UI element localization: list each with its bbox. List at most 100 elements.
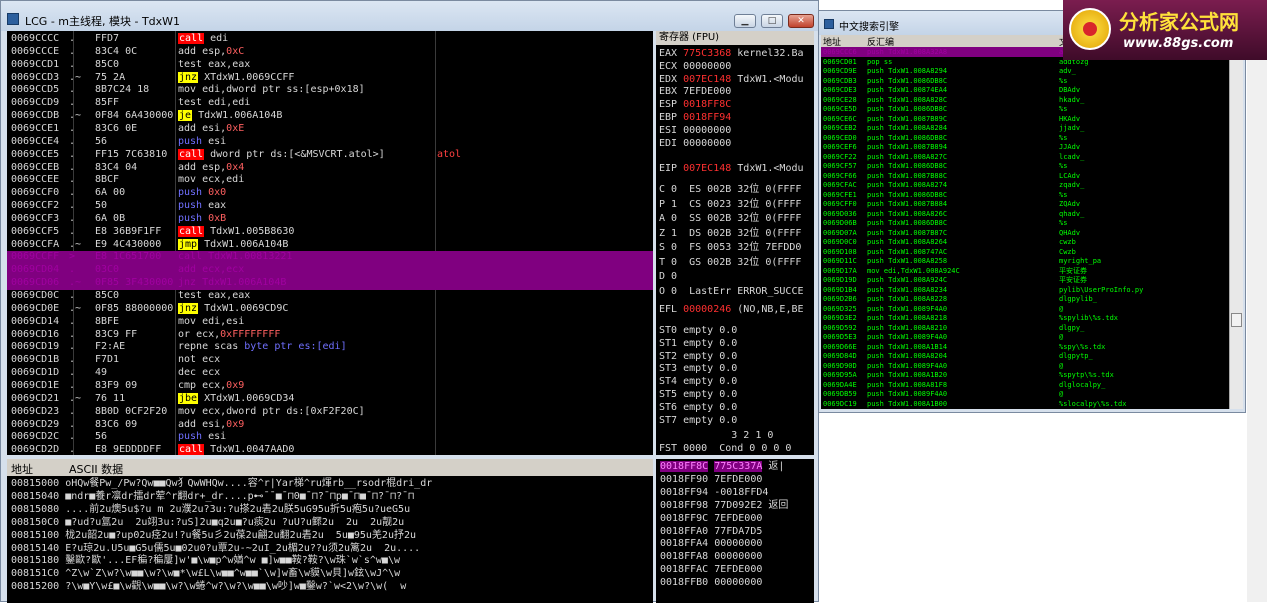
search-result-row[interactable]: 0069D90D push TdxW1.0089F4A0 @ [821,361,1229,371]
search-result-row[interactable]: 0069D19D push TdxW1.008A924C 平安证券 [821,275,1229,285]
dump-row[interactable]: 00815200 ?\w■Y\w£■\w觀\w■■\w?\w蜷^w?\w?\w■… [11,581,406,594]
search-result-row[interactable]: 0069CE28 push TdxW1.008A828C hkadv_ [821,95,1229,105]
disasm-row[interactable]: 0069CD19. F2:AE repne scas byte ptr es:[ed… [7,341,653,354]
dump-row[interactable]: 00815100 栊2u韶2u■?up02u痉2u!?u餐5u彡2u葆2u翩2u… [11,530,416,543]
disasm-row[interactable]: 0069CD1D. 49 dec ecx [7,367,653,380]
efl-row[interactable]: EFL 00000246 (NO,NB,E,BE [659,304,804,317]
disasm-row[interactable]: 0069CD0C. 85C0 test eax,eax [7,290,653,303]
search-result-row[interactable]: 0069CFE1 push TdxW1.0086DB8C %s [821,190,1229,200]
search-result-row[interactable]: 0069DB59 push TdxW1.0089F4A0 @ [821,389,1229,399]
disasm-row[interactable]: 0069CCD9. 85FF test edi,edi [7,97,653,110]
fpu-st-row[interactable]: ST1 empty 0.0 [659,338,737,351]
register-row[interactable]: EAX 775C3368 kernel32.Ba [659,48,804,61]
search-result-row[interactable]: 0069CEB2 push TdxW1.008A8284 jjadv_ [821,123,1229,133]
stack-row[interactable]: 0018FFA8 00000000 [660,551,762,564]
disasm-row[interactable]: 0069CD23. 8B0D 0CF2F20 mov ecx,dword ptr d… [7,406,653,419]
disasm-row[interactable]: 0069CCCC. FFD7 call edi [7,33,653,46]
disasm-row[interactable]: 0069CCF5. E8 36B9F1FF call TdxW1.005B8630 [7,225,653,239]
disasm-row[interactable]: 0069CCCE. 83C4 0C add esp,0xC [7,46,653,59]
disasm-row[interactable]: 0069CD06 .~ 0F85 3F430000 jnz TdxW1.006A104… [7,277,653,291]
disasm-row[interactable]: 0069CD2C. 56 push esi [7,431,653,444]
maximize-button[interactable]: □ [761,14,783,28]
flag-row[interactable]: A 0 SS 002B 32位 0(FFFF [659,213,801,226]
stack-row[interactable]: 0018FF98 77D092E2 返回 [660,500,788,513]
disassembly-pane[interactable]: 0069CCCC. FFD7 call edi 0069CCCE. 83C4 0C add… [7,31,653,455]
search-result-row[interactable]: 0069D07A push TdxW1.0087B87C QHAdv [821,228,1229,238]
disasm-row[interactable]: 0069CCD5. 8B7C24 18 mov edi,dword ptr ss:[… [7,84,653,97]
disasm-row[interactable]: 0069CCD1. 85C0 test eax,eax [7,59,653,72]
disasm-row[interactable]: 0069CCEB. 83C4 04 add esp,0x4 [7,162,653,175]
register-row[interactable]: EIP 007EC148 TdxW1.<Modu [659,163,804,176]
search-result-row[interactable]: 0069D1B4 push TdxW1.008A8234 pylib\UserPro… [821,285,1229,295]
search-result-row[interactable]: 0069CFF0 push TdxW1.0087B884 ZQAdv [821,199,1229,209]
search-result-row[interactable]: 0069D108 push TdxW1.008747AC Cwzb [821,247,1229,257]
search-result-row[interactable]: 0069CDE3 push TdxW1.00874EA4 DBAdv [821,85,1229,95]
search-result-row[interactable]: 0069DC19 push TdxW1.008A1B00 %slocalpy\%s.… [821,399,1229,409]
register-row[interactable]: ESI 00000000 [659,125,731,138]
search-result-row[interactable]: 0069CF22 push TdxW1.008A827C lcadv_ [821,152,1229,162]
search-result-row[interactable]: 0069CEF6 push TdxW1.0087B894 JJAdv [821,142,1229,152]
stack-row[interactable]: 0018FF9C 7EFDE000 [660,513,762,526]
flag-row[interactable]: S 0 FS 0053 32位 7EFDD0 [659,242,801,255]
search-result-row[interactable]: 0069CED0 push TdxW1.0086DB8C %s [821,133,1229,143]
dump-row[interactable]: 00815000 oHQw餐Pw_/Pw?Qw■■Qw犭QwWHQw....容^… [11,478,432,491]
search-result-row[interactable]: 0069D17A mov edi,TdxW1.008A924C 平安证券 [821,266,1229,276]
dump-col-ascii[interactable]: ASCII 数据 [69,461,123,477]
stack-row[interactable]: 0018FF94 -0018FFD4 [660,487,768,500]
search-scrollbar[interactable] [1229,35,1243,409]
disasm-row[interactable]: 0069CCF2. 50 push eax [7,200,653,213]
dump-row[interactable]: 00815180 鑿歐?歐'...EF稨?稨屢]w'■\w■p^w媨^w ■]w… [11,555,400,568]
disasm-row[interactable]: 0069CD14. 8BFE mov edi,esi [7,316,653,329]
flag-row[interactable]: P 1 CS 0023 32位 0(FFFF [659,199,801,212]
search-result-row[interactable]: 0069CE6C push TdxW1.0087B89C HKAdv [821,114,1229,124]
stack-row[interactable]: 0018FF8C 775C337A 返| [660,461,784,474]
fpu-st-row[interactable]: ST2 empty 0.0 [659,351,737,364]
stack-row[interactable]: 0018FFA0 77FDA7D5 [660,526,762,539]
register-row[interactable]: EDI 00000000 [659,138,731,151]
disasm-row[interactable]: 0069CCD3 .~ 75 2A jnz XTdxW1.0069CCFF [7,71,653,85]
disasm-row[interactable]: 0069CCEE. 8BCF mov ecx,edi [7,174,653,187]
register-row[interactable]: ESP 0018FF8C [659,99,731,112]
fpu-st-row[interactable]: ST0 empty 0.0 [659,325,737,338]
disasm-row[interactable]: 0069CD1B. F7D1 not ecx [7,354,653,367]
flag-row[interactable]: T 0 GS 002B 32位 0(FFFF [659,257,801,270]
search-result-row[interactable]: 0069CD9E push TdxW1.008A8294 adv_ [821,66,1229,76]
flag-row[interactable]: O 0 LastErr ERROR_SUCCE [659,286,804,299]
stack-row[interactable]: 0018FFB0 00000000 [660,577,762,590]
dump-row[interactable]: 00815140 E?u琼2u.U5u■G5u儒5u■02u0?u覃2u-~2u… [11,543,420,556]
search-result-row[interactable]: 0069CDB3 push TdxW1.0086DB8C %s [821,76,1229,86]
register-row[interactable]: ECX 00000000 [659,61,731,74]
search-result-row[interactable]: 0069D3E2 push TdxW1.008A8218 %spylib\%s.td… [821,313,1229,323]
dump-row[interactable]: 00815080 ....前2u燠5u$?u m 2u濮2u?3u:?u搽2u砉… [11,504,410,517]
fpu-st-row[interactable]: ST5 empty 0.0 [659,389,737,402]
search-result-row[interactable]: 0069D84D push TdxW1.008A8204 dlgpytp_ [821,351,1229,361]
flag-row[interactable]: Z 1 DS 002B 32位 0(FFFF [659,228,801,241]
minimize-button[interactable]: ▁ [734,14,756,28]
register-row[interactable]: EBX 7EFDE000 [659,86,731,99]
disasm-row[interactable]: 0069CCFF > E8 1C651700 call TdxW1.00813221 [7,251,653,265]
stack-row[interactable]: 0018FFAC 7EFDE000 [660,564,762,577]
fpu-st-row[interactable]: ST4 empty 0.0 [659,376,737,389]
disasm-row[interactable]: 0069CD21 .~ 76 11 jbe XTdxW1.0069CD34 [7,392,653,406]
search-result-row[interactable]: 0069D66E push TdxW1.008A1B14 %spy\%s.tdx [821,342,1229,352]
disasm-row[interactable]: 0069CD29. 83C6 09 add esi,0x9 [7,419,653,432]
disasm-row[interactable]: 0069CD1E. 83F9 09 cmp ecx,0x9 [7,380,653,393]
stack-row[interactable]: 0018FF90 7EFDE000 [660,474,762,487]
fpu-st-row[interactable]: ST3 empty 0.0 [659,363,737,376]
dump-row[interactable]: 008151C0 ^Z\w`Z\w?\w■■\w?\w■*\w£L\w■■^w■… [11,568,400,581]
flag-row[interactable]: D 0 [659,271,677,284]
search-result-row[interactable]: 0069D06B push TdxW1.0086DB8C %s [821,218,1229,228]
search-result-row[interactable]: 0069DA4E push TdxW1.008A81F8 dlglocalpy_ [821,380,1229,390]
search-result-row[interactable]: 0069CF66 push TdxW1.0087B88C LCAdv [821,171,1229,181]
search-result-row[interactable]: 0069CFAC push TdxW1.008A8274 zqadv_ [821,180,1229,190]
search-result-row[interactable]: 0069D325 push TdxW1.0089F4A0 @ [821,304,1229,314]
search-result-row[interactable]: 0069D2B6 push TdxW1.008A8228 dlgpylib_ [821,294,1229,304]
close-button[interactable]: ✕ [788,14,814,28]
search-scroll-thumb[interactable] [1231,313,1242,327]
fpu-st-row[interactable]: ST7 empty 0.0 [659,415,737,428]
search-result-row[interactable]: 0069CE5D push TdxW1.0086DB8C %s [821,104,1229,114]
register-row[interactable]: EDX 007EC148 TdxW1.<Modu [659,74,804,87]
memory-dump-pane[interactable]: 地址 ASCII 数据 00815000 oHQw餐Pw_/Pw?Qw■■Qw犭… [7,459,653,603]
disasm-row[interactable]: 0069CD04. 03C0 add ecx,ecx [7,264,653,278]
disasm-row[interactable]: 0069CCF0. 6A 00 push 0x0 [7,187,653,200]
